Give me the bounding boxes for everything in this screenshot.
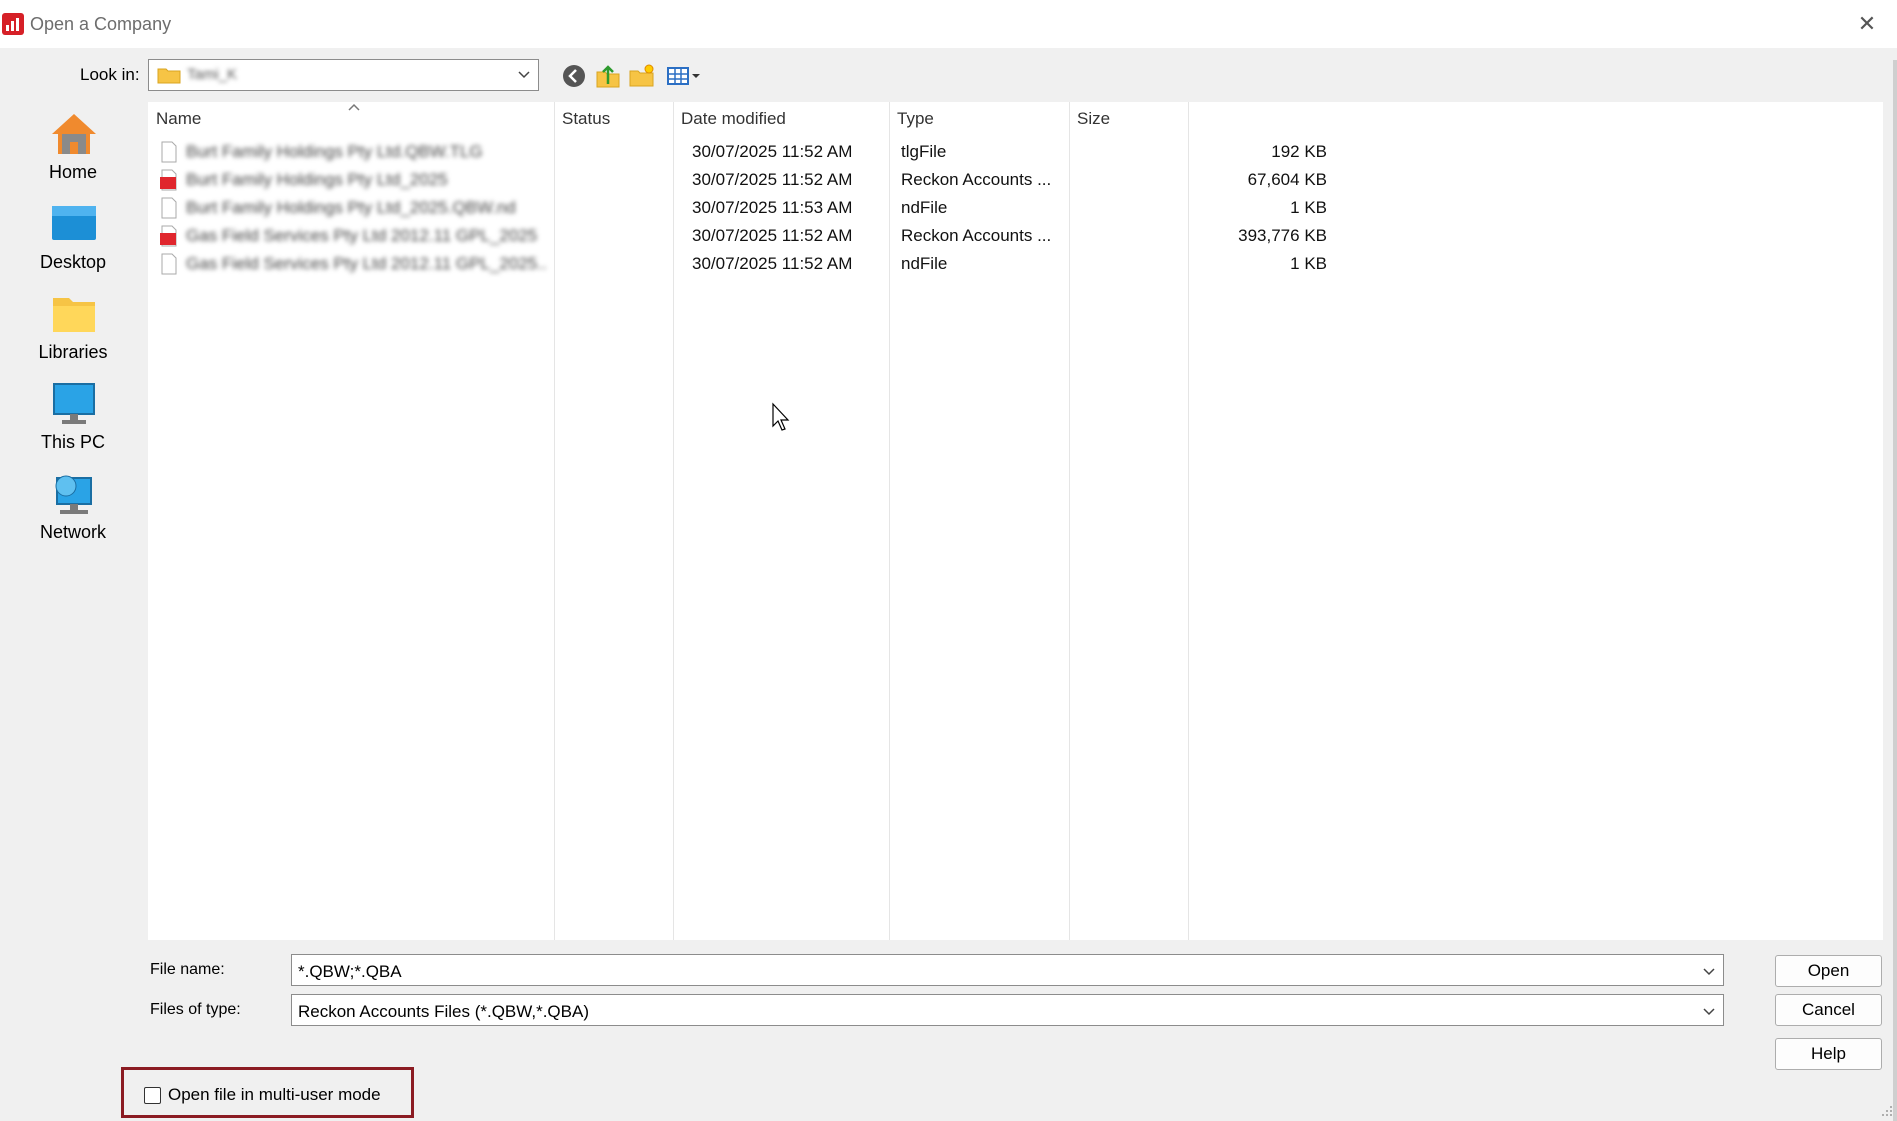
generic-file-icon xyxy=(161,253,177,275)
file-date: 30/07/2025 11:52 AM xyxy=(692,142,853,161)
file-row[interactable]: Burt Family Holdings Pty Ltd_2025 30/07/… xyxy=(156,166,1331,194)
chevron-down-icon[interactable] xyxy=(1701,1003,1717,1019)
file-row[interactable]: Burt Family Holdings Pty Ltd.QBW.TLG 30/… xyxy=(156,138,1331,166)
file-name-input[interactable]: *.QBW;*.QBA xyxy=(291,954,1724,986)
chevron-down-icon[interactable] xyxy=(1701,963,1717,979)
multi-user-checkbox[interactable] xyxy=(144,1087,161,1104)
file-size: 192 KB xyxy=(1271,142,1327,161)
open-button[interactable]: Open xyxy=(1775,955,1882,987)
column-header-status[interactable]: Status xyxy=(554,102,673,136)
generic-file-icon xyxy=(161,141,177,163)
multi-user-highlight: Open file in multi-user mode xyxy=(121,1067,414,1118)
place-desktop[interactable]: Desktop xyxy=(8,192,138,280)
place-label: Libraries xyxy=(38,342,108,362)
folder-icon xyxy=(157,68,181,84)
files-of-type-value: Reckon Accounts Files (*.QBW,*.QBA) xyxy=(298,1002,589,1021)
place-label: This PC xyxy=(40,432,105,452)
new-folder-icon[interactable] xyxy=(628,62,656,90)
place-this-pc[interactable]: This PC xyxy=(8,372,138,460)
file-type: ndFile xyxy=(901,254,948,273)
this-pc-icon xyxy=(53,383,95,424)
place-label: Desktop xyxy=(39,252,107,272)
file-date: 30/07/2025 11:52 AM xyxy=(692,226,853,245)
desktop-icon xyxy=(52,206,96,240)
files-of-type-dropdown[interactable]: Reckon Accounts Files (*.QBW,*.QBA) xyxy=(291,994,1724,1026)
file-date: 30/07/2025 11:52 AM xyxy=(692,254,853,273)
generic-file-icon xyxy=(161,197,177,219)
file-size: 1 KB xyxy=(1290,254,1327,273)
place-network[interactable]: Network xyxy=(8,462,138,550)
place-libraries[interactable]: Libraries xyxy=(8,282,138,370)
file-size: 67,604 KB xyxy=(1247,170,1327,189)
file-date: 30/07/2025 11:52 AM xyxy=(692,170,853,189)
column-header-type[interactable]: Type xyxy=(889,102,1069,136)
place-home[interactable]: Home xyxy=(8,102,138,190)
title-bar: Open a Company ✕ xyxy=(0,0,1897,48)
libraries-icon xyxy=(53,298,95,332)
file-name: Burt Family Holdings Pty Ltd_2025 xyxy=(186,170,448,189)
file-type: Reckon Accounts ... xyxy=(901,226,1052,245)
column-header-size[interactable]: Size xyxy=(1069,102,1188,136)
file-size: 1 KB xyxy=(1290,198,1327,217)
resize-grip-icon[interactable] xyxy=(1881,1105,1893,1117)
file-row[interactable]: Gas Field Services Pty Ltd 2012.11 GPL_2… xyxy=(156,222,1331,250)
reckon-file-icon xyxy=(160,169,177,191)
sort-ascending-icon xyxy=(348,103,360,111)
network-icon xyxy=(55,475,92,514)
reckon-file-icon xyxy=(160,225,177,247)
multi-user-label[interactable]: Open file in multi-user mode xyxy=(168,1085,381,1105)
window-title: Open a Company xyxy=(30,14,172,34)
back-icon[interactable] xyxy=(560,62,588,90)
mouse-pointer-icon xyxy=(772,402,790,431)
view-menu-icon[interactable] xyxy=(666,62,704,90)
open-company-dialog: Open a Company ✕ Look in: Tami_K Home De… xyxy=(0,0,1897,1121)
help-button[interactable]: Help xyxy=(1775,1038,1882,1070)
file-size: 393,776 KB xyxy=(1238,226,1327,245)
file-type: tlgFile xyxy=(901,142,947,161)
column-header-date[interactable]: Date modified xyxy=(673,102,889,136)
file-row[interactable]: Burt Family Holdings Pty Ltd_2025.QBW.nd… xyxy=(156,194,1331,222)
places-bar: Home Desktop Libraries This PC Network xyxy=(8,102,138,1062)
file-name-value: *.QBW;*.QBA xyxy=(298,962,402,981)
files-of-type-label: Files of type: xyxy=(150,1001,241,1018)
reckon-app-icon xyxy=(2,13,24,35)
close-icon[interactable]: ✕ xyxy=(1855,12,1879,36)
file-type: ndFile xyxy=(901,198,948,217)
file-name: Burt Family Holdings Pty Ltd_2025.QBW.nd xyxy=(186,198,516,217)
file-list[interactable]: Name Status Date modified Type Size Burt… xyxy=(148,102,1883,940)
file-type: Reckon Accounts ... xyxy=(901,170,1052,189)
look-in-label: Look in: xyxy=(80,65,140,84)
file-row[interactable]: Gas Field Services Pty Ltd 2012.11 GPL_2… xyxy=(156,250,1331,278)
file-name-label: File name: xyxy=(150,961,225,978)
chevron-down-icon[interactable] xyxy=(516,66,532,82)
cancel-button[interactable]: Cancel xyxy=(1775,994,1882,1026)
window-edge xyxy=(1893,60,1897,1121)
file-name: Burt Family Holdings Pty Ltd.QBW.TLG xyxy=(186,142,483,161)
up-folder-icon[interactable] xyxy=(594,62,622,90)
look-in-value: Tami_K xyxy=(187,66,238,83)
file-name: Gas Field Services Pty Ltd 2012.11 GPL_2… xyxy=(186,254,546,273)
file-name: Gas Field Services Pty Ltd 2012.11 GPL_2… xyxy=(186,226,538,245)
file-date: 30/07/2025 11:53 AM xyxy=(692,198,853,217)
look-in-dropdown[interactable]: Tami_K xyxy=(148,59,539,91)
place-label: Home xyxy=(48,162,97,182)
home-icon xyxy=(52,114,96,154)
place-label: Network xyxy=(39,522,106,542)
